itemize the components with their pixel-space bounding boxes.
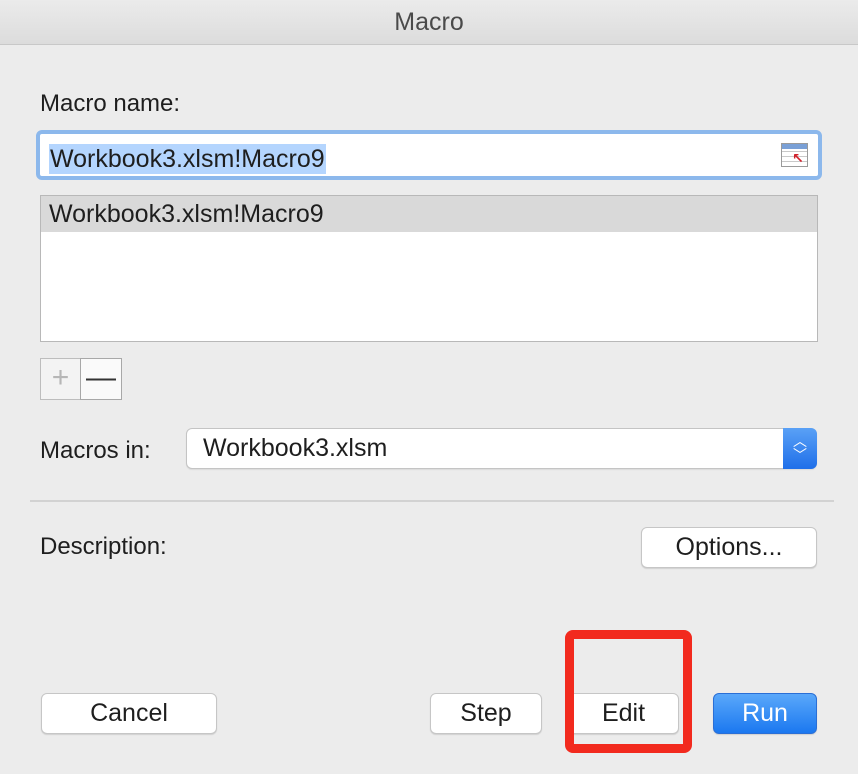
list-item[interactable]: Workbook3.xlsm!Macro9	[41, 196, 817, 232]
macros-in-label: Macros in:	[40, 437, 151, 464]
macro-name-label: Macro name:	[40, 90, 181, 117]
macros-in-value: Workbook3.xlsm	[203, 434, 388, 462]
macro-name-field[interactable]: Workbook3.xlsm!Macro9 ↖	[36, 130, 822, 180]
chevron-updown-icon[interactable]: ︿ ﹀	[783, 428, 817, 469]
macro-name-value[interactable]: Workbook3.xlsm!Macro9	[49, 144, 326, 174]
description-label: Description:	[40, 533, 167, 560]
cancel-button[interactable]: Cancel	[41, 693, 217, 734]
macros-in-select[interactable]: Workbook3.xlsm ︿ ﹀	[186, 428, 817, 469]
divider	[30, 500, 834, 502]
run-button[interactable]: Run	[713, 693, 817, 734]
options-button[interactable]: Options...	[641, 527, 817, 568]
macro-list[interactable]: Workbook3.xlsm!Macro9	[40, 195, 818, 342]
window-title: Macro	[0, 0, 858, 45]
remove-macro-button[interactable]: —	[80, 358, 122, 400]
edit-highlight-box	[565, 630, 692, 753]
add-macro-button[interactable]: +	[40, 358, 81, 400]
step-button[interactable]: Step	[430, 693, 542, 734]
range-picker-icon[interactable]: ↖	[781, 143, 808, 167]
